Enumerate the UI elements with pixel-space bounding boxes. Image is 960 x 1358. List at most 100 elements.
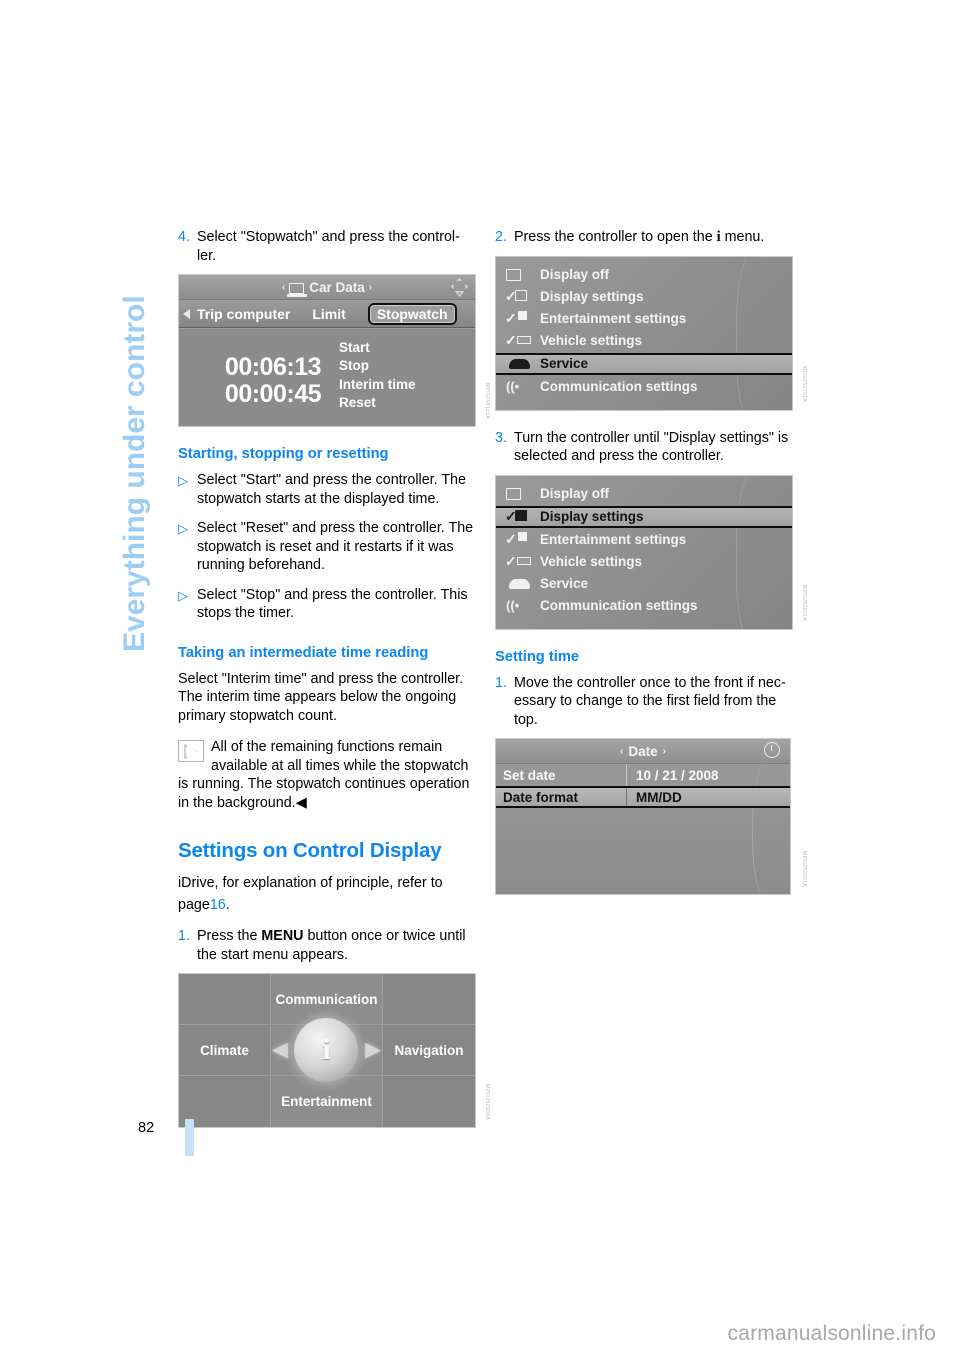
communication-icon: ((• [506,597,520,613]
date-prev-arrow[interactable]: ‹ [620,746,623,757]
bullet-start-text: Select "Start" and press the controller.… [197,472,466,507]
stopwatch-actions: Start Stop Interim time Reset [329,329,475,426]
navigation-diamond-icon [451,278,468,297]
imenu1-row-service[interactable]: Service [496,352,792,375]
figure-date-screen: ‹ Date › Set date 10 / 21 / 2008 Date fo… [495,738,807,895]
figure-code-imenu2: MPI0252801A [801,585,807,622]
imenu-screen-1: Display off ✓ Display settings ✓ Enterta… [495,255,793,411]
date-value-set-date: 10 / 21 / 2008 [626,764,790,786]
triangle-bullet-icon: ▷ [178,521,188,536]
service-car-icon [506,576,534,592]
bullet-stop-text: Select "Stop" and press the controller. … [197,586,468,622]
tab-stopwatch[interactable]: Stopwatch [367,302,457,325]
imenu1-row-entertainment-settings[interactable]: ✓ Entertainment settings [496,308,792,330]
tab-limit[interactable]: Limit [312,306,345,322]
date-row-date-format[interactable]: Date format MM/DD [496,786,790,808]
display-settings-icon: ✓ [505,289,534,305]
step-2-text: Press the controller to open the i menu. [514,228,795,247]
action-start[interactable]: Start [339,339,475,358]
menu-button-label: MENU [261,928,304,944]
tabs-back-arrow-icon[interactable] [183,308,190,319]
display-off-icon [506,486,534,502]
stopwatch-body: 00:06:13 00:00:45 Start Stop Interim tim… [179,328,475,426]
imenu2-row-vehicle-settings[interactable]: ✓ Vehicle settings [496,551,792,573]
imenu1-label-display-off: Display off [540,267,610,282]
manual-page: Everything under control 4. Select "Stop… [0,0,960,1358]
start-menu-navigation[interactable]: Navigation [383,1025,475,1076]
triangle-bullet-icon: ▷ [178,587,188,603]
bullet-stop: ▷ Select "Stop" and press the controller… [178,586,478,623]
action-stop[interactable]: Stop [339,357,475,376]
triangle-bullet-icon: ▷ [178,473,188,488]
heading-starting-stopping: Starting, stopping or resetting [178,446,389,462]
start-menu-climate[interactable]: Climate [179,1025,271,1076]
page-reference-16[interactable]: 16 [210,897,226,913]
imenu1-row-display-settings[interactable]: ✓ Display settings [496,286,792,308]
idrive-paragraph-line1: iDrive, for explanation of principle, re… [178,875,443,891]
imenu1-label-communication-settings: Communication settings [540,379,698,394]
action-reset[interactable]: Reset [339,394,475,413]
imenu1-row-vehicle-settings[interactable]: ✓ Vehicle settings [496,330,792,352]
figure-code-date: MPI0252601A [801,850,807,887]
display-off-icon [506,267,534,283]
car-data-titlebar: ‹ Car Data › [179,275,475,300]
clock-icon [764,742,780,758]
imenu2-row-service[interactable]: Service [496,573,792,595]
imenu1-row-communication-settings[interactable]: ((• Communication settings [496,376,792,398]
date-screen: ‹ Date › Set date 10 / 21 / 2008 Date fo… [495,738,791,895]
imenu2-row-entertainment-settings[interactable]: ✓ Entertainment settings [496,529,792,551]
left-column: 4. Select "Stopwatch" and press the cont… [178,228,490,1128]
figure-start-menu: Communication Climate ▲ ▼ ◀ ▶ i Navigati… [178,973,490,1128]
stopwatch-primary-time: 00:06:13 [224,352,322,381]
start-menu-cell-empty-tl [179,974,271,1025]
interim-paragraph: Select "Interim time" and press the cont… [178,670,464,724]
page-number: 82 [138,1120,155,1136]
imenu2-row-display-settings[interactable]: ✓ Display settings [496,505,792,528]
start-menu-center[interactable]: ▲ ▼ ◀ ▶ i [270,1018,384,1082]
step-2-number: 2. [495,229,507,245]
imenu1-row-display-off[interactable]: Display off [496,264,792,286]
bullet-reset-text: Select "Reset" and press the controller.… [197,520,474,573]
date-next-arrow[interactable]: › [663,746,666,757]
car-data-icon [287,282,308,297]
chapter-title-text: Everything under control [118,295,151,652]
step-2: 2. Press the controller to open the i me… [495,228,795,247]
title-prev-arrow[interactable]: ‹ [282,282,285,293]
date-key-date-format: Date format [503,789,579,805]
entertainment-settings-icon: ✓ [505,310,534,327]
vehicle-settings-icon: ✓ [505,554,534,570]
imenu-screen-2: Display off ✓ Display settings ✓ Enterta… [495,474,793,630]
tab-trip-computer[interactable]: Trip computer [197,306,290,322]
imenu2-label-communication-settings: Communication settings [540,598,698,613]
idrive-controller-knob[interactable]: i [294,1018,359,1082]
step-1-left-number: 1. [178,928,190,944]
date-titlebar: ‹ Date › [496,739,790,764]
step-3-number: 3. [495,429,507,446]
right-column: 2. Press the controller to open the i me… [495,228,807,895]
imenu2-label-display-settings: Display settings [540,509,644,524]
figure-code-stopwatch: MPI0248101A [484,382,490,419]
step-1-left-text: Press the MENU button once or twice unti… [197,927,478,964]
entertainment-settings-icon: ✓ [505,531,534,548]
date-title-text: Date [628,743,658,759]
action-interim-time[interactable]: Interim time [339,376,475,395]
step1-pre: Press the [197,928,262,944]
title-next-arrow[interactable]: › [369,282,372,293]
car-data-title-text: Car Data [309,279,365,295]
stopwatch-interim-time: 00:00:45 [224,379,322,408]
imenu2-row-communication-settings[interactable]: ((• Communication settings [496,595,792,617]
imenu2-row-display-off[interactable]: Display off [496,483,792,505]
start-menu-entertainment[interactable]: Entertainment [270,1076,384,1127]
figure-stopwatch-screen: ‹ Car Data › Trip computer Limit Stopwat… [178,274,490,427]
date-row-set-date[interactable]: Set date 10 / 21 / 2008 [496,764,790,786]
car-data-screen: ‹ Car Data › Trip computer Limit Stopwat… [178,274,476,427]
step-1-right-text: Move the controller once to the front if… [514,674,786,728]
imenu1-label-display-settings: Display settings [540,289,644,304]
start-menu-cell-empty-br [383,1076,475,1127]
imenu1-label-entertainment-settings: Entertainment settings [540,311,687,326]
step-4-number: 4. [178,229,190,245]
step2-post: menu. [720,229,765,245]
service-car-icon [506,356,534,372]
page-number-bar [185,1119,194,1156]
vehicle-settings-icon: ✓ [505,333,534,349]
